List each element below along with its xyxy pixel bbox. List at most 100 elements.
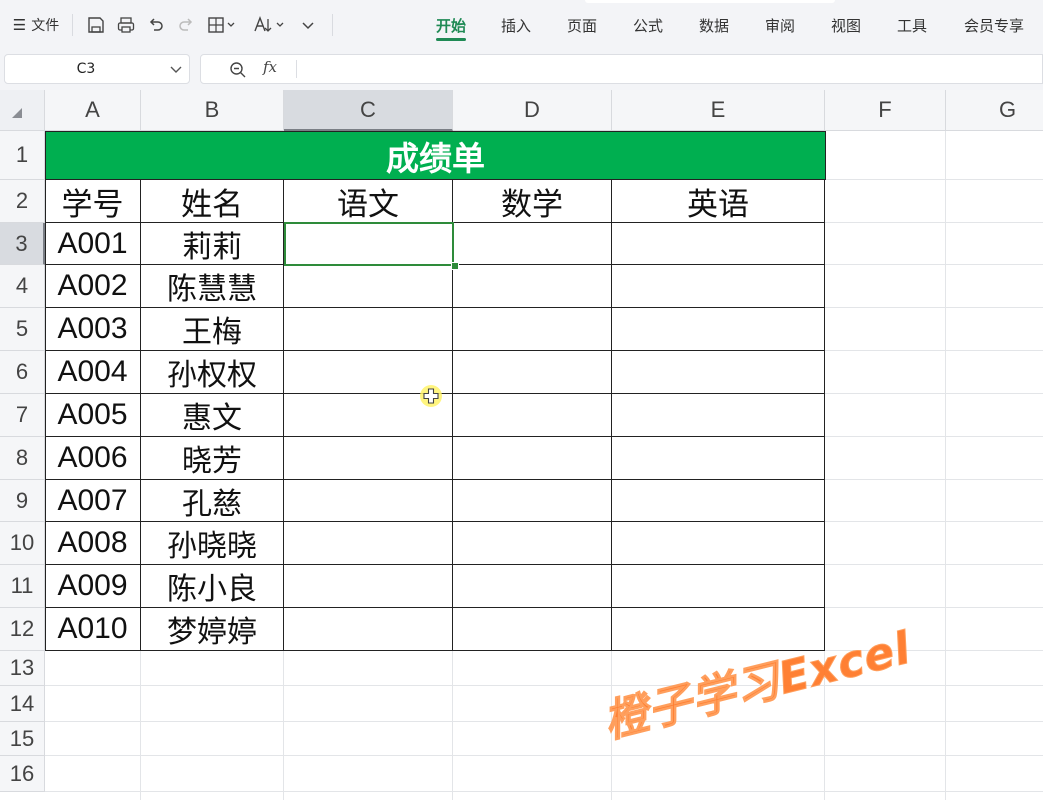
cell-e10[interactable] bbox=[612, 522, 825, 565]
cell-d6[interactable] bbox=[453, 351, 612, 394]
cell-e8[interactable] bbox=[612, 437, 825, 480]
tab-insert[interactable]: 插入 bbox=[499, 14, 533, 36]
formula-input[interactable]: fx bbox=[200, 54, 1043, 84]
row-header-10[interactable]: 10 bbox=[0, 522, 45, 565]
fx-icon[interactable]: fx bbox=[263, 58, 277, 76]
header-cell-c[interactable]: 语文 bbox=[284, 180, 453, 223]
column-header-a[interactable]: A bbox=[45, 90, 141, 131]
cell-d3[interactable] bbox=[453, 223, 612, 265]
cell-c5[interactable] bbox=[284, 308, 453, 351]
tab-review[interactable]: 审阅 bbox=[763, 14, 797, 36]
tab-formula[interactable]: 公式 bbox=[631, 14, 665, 36]
undo-button[interactable] bbox=[144, 12, 168, 38]
column-header-f[interactable]: F bbox=[825, 90, 946, 131]
cell-b10[interactable]: 孙晓晓 bbox=[141, 522, 284, 565]
cell-c11[interactable] bbox=[284, 565, 453, 608]
cell-c10[interactable] bbox=[284, 522, 453, 565]
cell-b7[interactable]: 惠文 bbox=[141, 394, 284, 437]
row-header-11[interactable]: 11 bbox=[0, 565, 45, 608]
cell-a9[interactable]: A007 bbox=[45, 480, 141, 522]
more-tools-button[interactable] bbox=[296, 12, 320, 38]
column-header-b[interactable]: B bbox=[141, 90, 284, 131]
tab-home[interactable]: 开始 bbox=[434, 14, 468, 36]
cell-c4[interactable] bbox=[284, 265, 453, 308]
header-cell-d[interactable]: 数学 bbox=[453, 180, 612, 223]
row-header-16[interactable]: 16 bbox=[0, 756, 45, 792]
tab-member[interactable]: 会员专享 bbox=[960, 14, 1028, 36]
cell-c12[interactable] bbox=[284, 608, 453, 651]
row-header-9[interactable]: 9 bbox=[0, 480, 45, 522]
save-button[interactable] bbox=[84, 12, 108, 38]
sort-button[interactable] bbox=[250, 12, 288, 38]
cell-d11[interactable] bbox=[453, 565, 612, 608]
cell-b12[interactable]: 梦婷婷 bbox=[141, 608, 284, 651]
cell-b6[interactable]: 孙权权 bbox=[141, 351, 284, 394]
cell-d12[interactable] bbox=[453, 608, 612, 651]
row-header-13[interactable]: 13 bbox=[0, 651, 45, 686]
zoom-icon[interactable] bbox=[229, 61, 247, 79]
row-header-14[interactable]: 14 bbox=[0, 686, 45, 722]
chevron-down-icon[interactable] bbox=[169, 62, 183, 76]
row-header-5[interactable]: 5 bbox=[0, 308, 45, 351]
cell-b4[interactable]: 陈慧慧 bbox=[141, 265, 284, 308]
cell-e4[interactable] bbox=[612, 265, 825, 308]
row-header-6[interactable]: 6 bbox=[0, 351, 45, 394]
cell-b11[interactable]: 陈小良 bbox=[141, 565, 284, 608]
column-header-c[interactable]: C bbox=[284, 90, 453, 131]
cell-e6[interactable] bbox=[612, 351, 825, 394]
cell-e9[interactable] bbox=[612, 480, 825, 522]
cell-a12[interactable]: A010 bbox=[45, 608, 141, 651]
cell-d7[interactable] bbox=[453, 394, 612, 437]
cell-c9[interactable] bbox=[284, 480, 453, 522]
tab-tools[interactable]: 工具 bbox=[895, 14, 929, 36]
tab-page[interactable]: 页面 bbox=[565, 14, 599, 36]
tab-view[interactable]: 视图 bbox=[829, 14, 863, 36]
cell-a6[interactable]: A004 bbox=[45, 351, 141, 394]
cell-b8[interactable]: 晓芳 bbox=[141, 437, 284, 480]
row-header-12[interactable]: 12 bbox=[0, 608, 45, 651]
header-cell-b[interactable]: 姓名 bbox=[141, 180, 284, 223]
cell-d5[interactable] bbox=[453, 308, 612, 351]
row-header-15[interactable]: 15 bbox=[0, 722, 45, 756]
sheet-area[interactable]: 成绩单 学号 姓名 语文 数学 英语 A001 莉莉 A002 陈慧慧 A003 王梅 A004 孙权权… bbox=[45, 131, 1043, 800]
column-header-e[interactable]: E bbox=[612, 90, 825, 131]
column-header-d[interactable]: D bbox=[453, 90, 612, 131]
cell-d4[interactable] bbox=[453, 265, 612, 308]
border-button[interactable] bbox=[204, 12, 240, 38]
title-cell[interactable]: 成绩单 bbox=[45, 131, 826, 180]
cell-e11[interactable] bbox=[612, 565, 825, 608]
cell-e5[interactable] bbox=[612, 308, 825, 351]
cell-b3[interactable]: 莉莉 bbox=[141, 223, 284, 265]
cell-e7[interactable] bbox=[612, 394, 825, 437]
row-header-8[interactable]: 8 bbox=[0, 437, 45, 480]
print-button[interactable] bbox=[114, 12, 138, 38]
cell-d10[interactable] bbox=[453, 522, 612, 565]
cell-e3[interactable] bbox=[612, 223, 825, 265]
select-all-button[interactable] bbox=[0, 90, 45, 131]
cell-a5[interactable]: A003 bbox=[45, 308, 141, 351]
file-menu-button[interactable]: ☰ 文件 bbox=[8, 12, 64, 38]
header-cell-e[interactable]: 英语 bbox=[612, 180, 825, 223]
row-header-1[interactable]: 1 bbox=[0, 131, 45, 180]
row-header-7[interactable]: 7 bbox=[0, 394, 45, 437]
column-header-g[interactable]: G bbox=[946, 90, 1043, 131]
redo-button[interactable] bbox=[174, 12, 198, 38]
row-header-4[interactable]: 4 bbox=[0, 265, 45, 308]
cell-c3[interactable] bbox=[284, 223, 453, 265]
cell-a10[interactable]: A008 bbox=[45, 522, 141, 565]
header-cell-a[interactable]: 学号 bbox=[45, 180, 141, 223]
cell-a3[interactable]: A001 bbox=[45, 223, 141, 265]
cell-b9[interactable]: 孔慈 bbox=[141, 480, 284, 522]
cell-a4[interactable]: A002 bbox=[45, 265, 141, 308]
cell-d8[interactable] bbox=[453, 437, 612, 480]
cell-d9[interactable] bbox=[453, 480, 612, 522]
cell-a11[interactable]: A009 bbox=[45, 565, 141, 608]
cell-a8[interactable]: A006 bbox=[45, 437, 141, 480]
cell-c8[interactable] bbox=[284, 437, 453, 480]
row-header-3[interactable]: 3 bbox=[0, 223, 45, 265]
row-header-2[interactable]: 2 bbox=[0, 180, 45, 223]
cell-a7[interactable]: A005 bbox=[45, 394, 141, 437]
fill-handle[interactable] bbox=[451, 262, 459, 270]
cell-b5[interactable]: 王梅 bbox=[141, 308, 284, 351]
name-box[interactable]: C3 bbox=[4, 54, 190, 84]
